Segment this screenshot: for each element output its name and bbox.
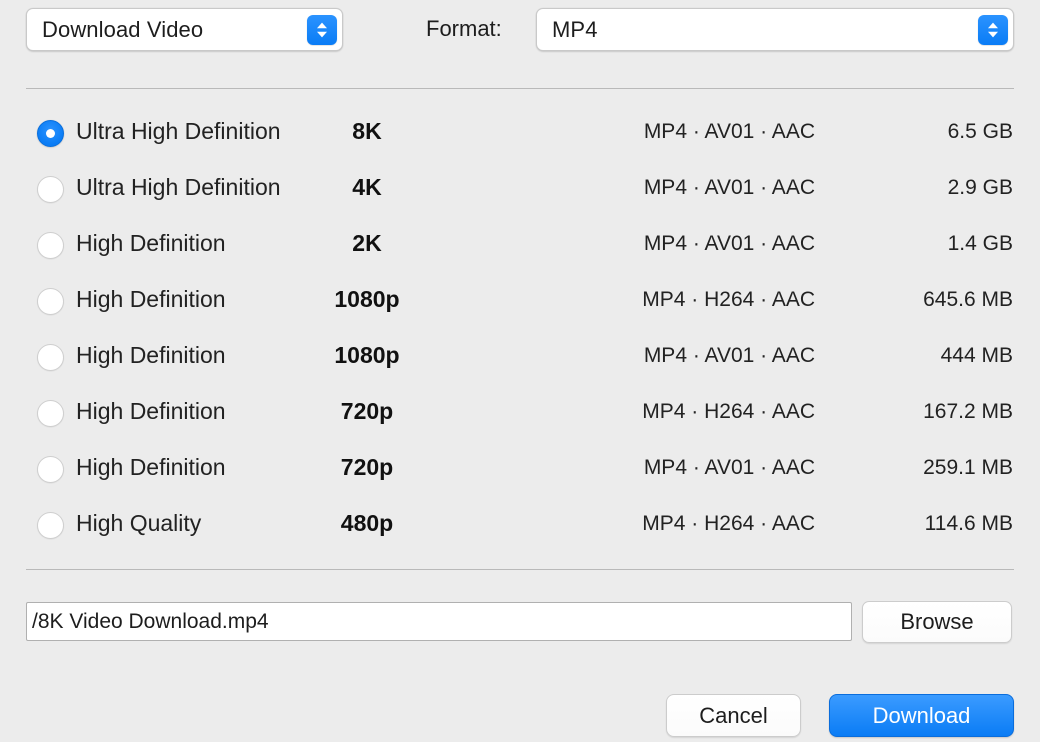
quality-option-radio[interactable] bbox=[37, 288, 64, 315]
quality-option-radio[interactable] bbox=[37, 344, 64, 371]
up-down-chevron-icon[interactable] bbox=[307, 15, 337, 45]
quality-option-row[interactable]: High Definition 720p MP4 · H264 · AAC 167.2… bbox=[0, 386, 1040, 442]
browse-button[interactable]: Browse bbox=[862, 601, 1012, 643]
quality-option-resolution: 720p bbox=[340, 454, 394, 480]
quality-options-list: Ultra High Definition 8K MP4 · AV01 · AAC 6… bbox=[0, 106, 1040, 554]
quality-option-codec: MP4 · AV01 · AAC bbox=[643, 344, 815, 367]
divider-top bbox=[26, 88, 1014, 89]
quality-option-codec: MP4 · AV01 · AAC bbox=[643, 232, 815, 255]
download-mode-popup-value: Download Video bbox=[42, 16, 204, 42]
quality-option-label: High Definition bbox=[76, 342, 226, 368]
quality-option-size: 2.9 GB bbox=[947, 176, 1013, 199]
quality-option-label: High Definition bbox=[76, 398, 226, 424]
quality-option-label: Ultra High Definition bbox=[76, 118, 281, 144]
quality-option-resolution: 8K bbox=[352, 118, 382, 144]
quality-option-resolution: 480p bbox=[340, 510, 394, 536]
quality-option-row[interactable]: Ultra High Definition 8K MP4 · AV01 · AAC 6… bbox=[0, 106, 1040, 162]
quality-option-codec: MP4 · H264 · AAC bbox=[642, 288, 815, 311]
quality-option-size: 645.6 MB bbox=[923, 288, 1013, 311]
quality-option-row[interactable]: High Definition 720p MP4 · AV01 · AAC 259.1… bbox=[0, 442, 1040, 498]
quality-option-label: High Definition bbox=[76, 230, 226, 256]
divider-bottom bbox=[26, 569, 1014, 570]
quality-option-size: 444 MB bbox=[940, 344, 1013, 367]
quality-option-codec: MP4 · AV01 · AAC bbox=[643, 120, 815, 143]
quality-option-row[interactable]: High Definition 1080p MP4 · H264 · AAC 645.… bbox=[0, 274, 1040, 330]
quality-option-label: High Definition bbox=[76, 454, 226, 480]
quality-option-resolution: 4K bbox=[352, 174, 382, 200]
quality-option-size: 114.6 MB bbox=[924, 512, 1013, 535]
quality-option-row[interactable]: High Quality 480p MP4 · H264 · AAC 114.6 MB bbox=[0, 498, 1040, 554]
quality-option-radio[interactable] bbox=[37, 176, 64, 203]
quality-option-codec: MP4 · H264 · AAC bbox=[642, 512, 815, 535]
quality-option-row[interactable]: High Definition 1080p MP4 · AV01 · AAC 444 … bbox=[0, 330, 1040, 386]
quality-option-codec: MP4 · AV01 · AAC bbox=[643, 176, 815, 199]
quality-option-radio[interactable] bbox=[37, 232, 64, 259]
download-mode-popup-button[interactable]: Download Video bbox=[26, 8, 343, 51]
quality-option-resolution: 720p bbox=[340, 398, 394, 424]
quality-option-resolution: 1080p bbox=[334, 342, 400, 368]
quality-option-row[interactable]: High Definition 2K MP4 · AV01 · AAC 1.4 GB bbox=[0, 218, 1040, 274]
dialog-header: Download Video Format: MP4 bbox=[0, 0, 1040, 60]
quality-option-resolution: 1080p bbox=[334, 286, 400, 312]
quality-option-radio[interactable] bbox=[37, 400, 64, 427]
quality-option-label: Ultra High Definition bbox=[76, 174, 281, 200]
quality-option-size: 1.4 GB bbox=[947, 232, 1013, 255]
quality-option-label: High Definition bbox=[76, 286, 226, 312]
quality-option-radio[interactable] bbox=[37, 120, 64, 147]
quality-option-codec: MP4 · AV01 · AAC bbox=[643, 456, 815, 479]
format-popup-button[interactable]: MP4 bbox=[536, 8, 1014, 51]
quality-option-size: 6.5 GB bbox=[947, 120, 1013, 143]
format-label: Format: bbox=[426, 16, 502, 41]
quality-option-size: 259.1 MB bbox=[923, 456, 1013, 479]
quality-option-codec: MP4 · H264 · AAC bbox=[642, 400, 815, 423]
format-popup-value: MP4 bbox=[552, 16, 598, 42]
quality-option-radio[interactable] bbox=[37, 456, 64, 483]
quality-option-resolution: 2K bbox=[352, 230, 382, 256]
quality-option-label: High Quality bbox=[76, 510, 202, 536]
up-down-chevron-icon[interactable] bbox=[978, 15, 1008, 45]
quality-option-radio[interactable] bbox=[37, 512, 64, 539]
quality-option-size: 167.2 MB bbox=[923, 400, 1013, 423]
download-button[interactable]: Download bbox=[829, 694, 1014, 737]
cancel-button[interactable]: Cancel bbox=[666, 694, 801, 737]
quality-option-row[interactable]: Ultra High Definition 4K MP4 · AV01 · AAC 2… bbox=[0, 162, 1040, 218]
destination-path-input[interactable] bbox=[26, 602, 852, 641]
